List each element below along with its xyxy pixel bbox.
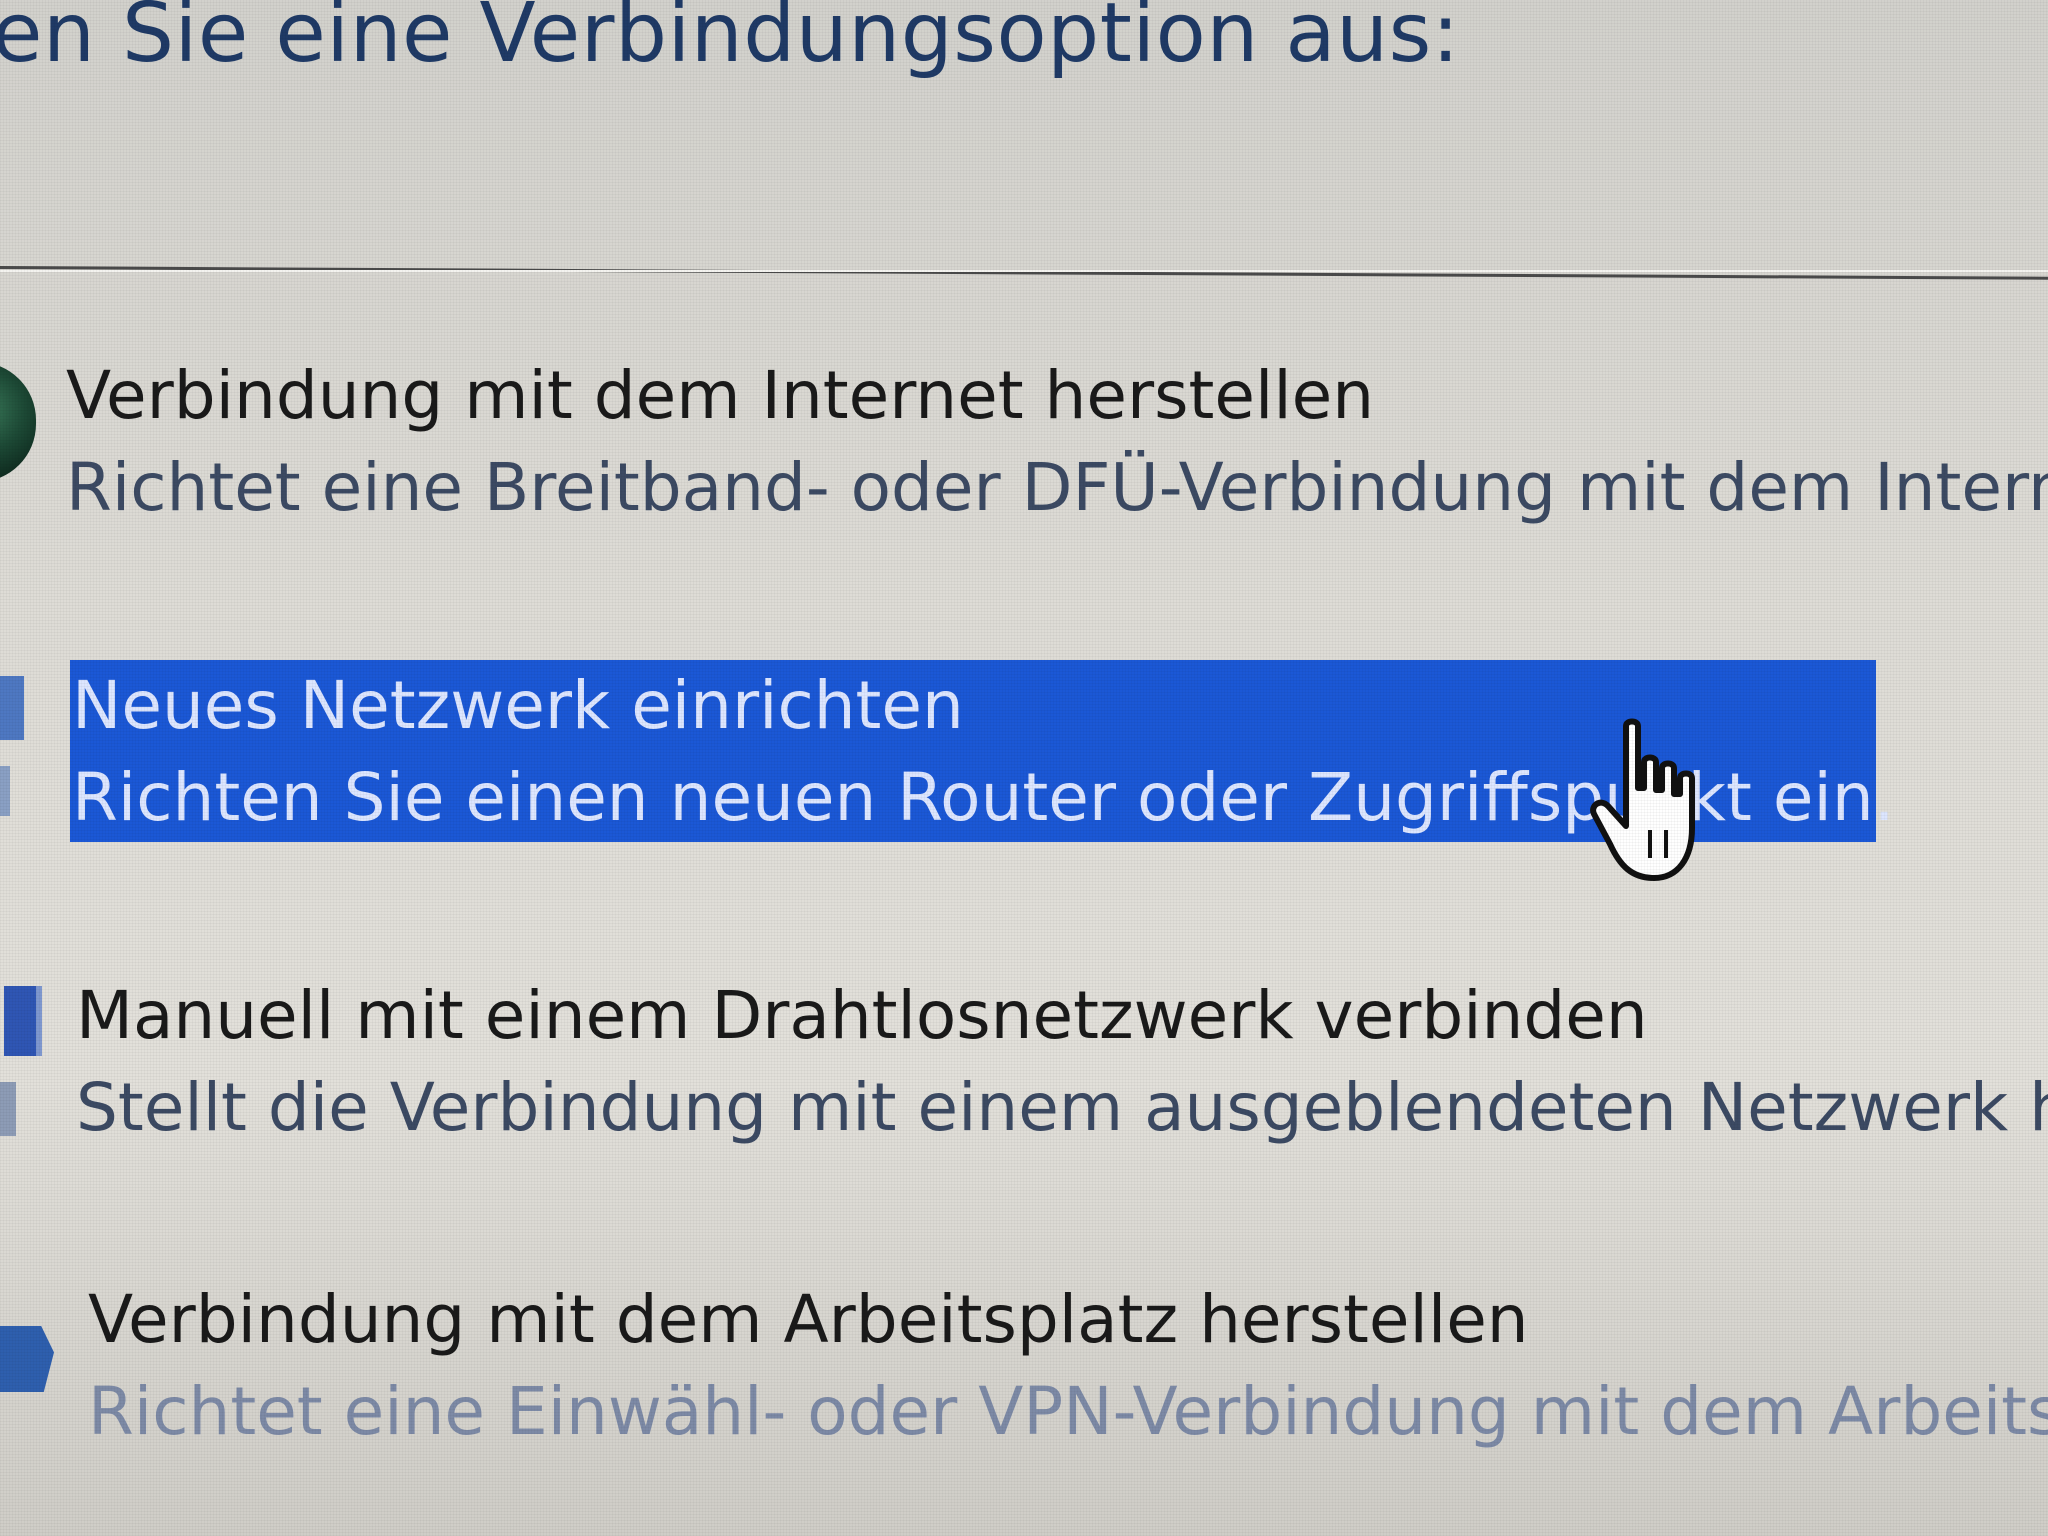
option-connect-internet[interactable]: Verbindung mit dem Internet herstellen R… bbox=[66, 350, 2048, 534]
divider-line bbox=[0, 266, 2048, 280]
connection-options-window: en Sie eine Verbindungsoption aus: Verbi… bbox=[0, 0, 2048, 1536]
network-icon bbox=[0, 676, 24, 846]
option-connect-workplace[interactable]: Verbindung mit dem Arbeitsplatz herstell… bbox=[88, 1274, 2048, 1458]
option-description: Richtet eine Breitband- oder DFÜ-Verbind… bbox=[66, 449, 2048, 526]
dialog-heading: en Sie eine Verbindungsoption aus: bbox=[0, 0, 1460, 81]
hand-pointer-icon bbox=[1590, 718, 1695, 881]
option-title: Manuell mit einem Drahtlosnetzwerk verbi… bbox=[76, 977, 1648, 1054]
wireless-network-icon bbox=[0, 986, 42, 1156]
option-description: Richtet eine Einwähl- oder VPN-Verbindun… bbox=[88, 1373, 2048, 1450]
globe-icon bbox=[0, 362, 36, 482]
option-title: Verbindung mit dem Arbeitsplatz herstell… bbox=[88, 1281, 1529, 1358]
option-manual-wireless[interactable]: Manuell mit einem Drahtlosnetzwerk verbi… bbox=[76, 970, 2048, 1154]
option-title: Verbindung mit dem Internet herstellen bbox=[66, 357, 1375, 434]
workplace-icon bbox=[0, 1326, 54, 1392]
option-description: Stellt die Verbindung mit einem ausgeble… bbox=[76, 1069, 2048, 1146]
divider-highlight bbox=[0, 270, 2048, 272]
